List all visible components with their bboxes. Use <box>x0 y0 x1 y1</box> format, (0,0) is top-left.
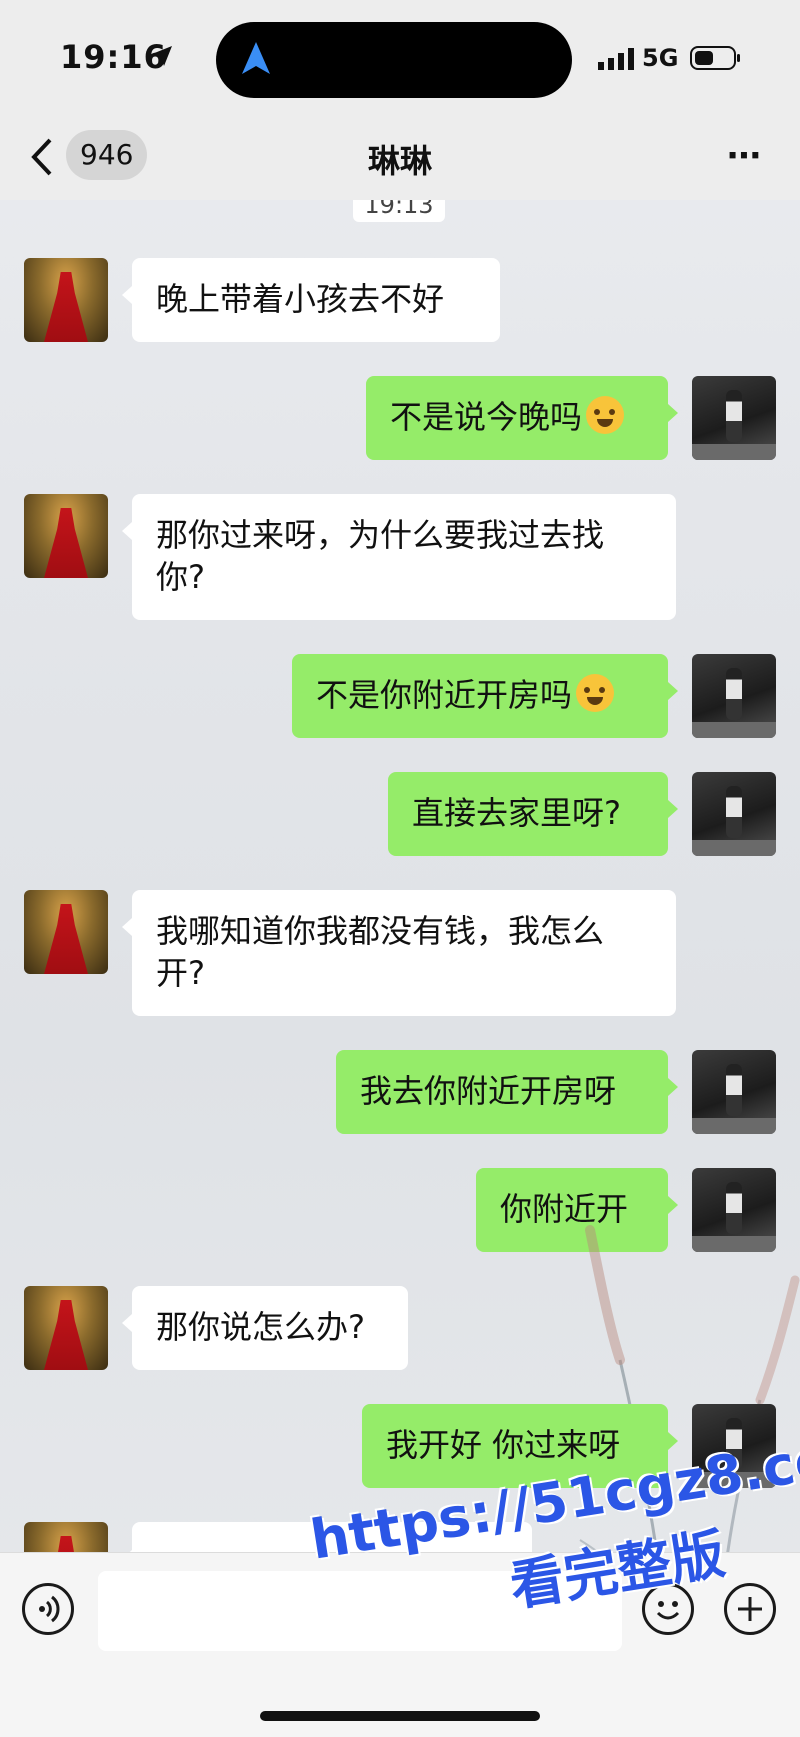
my-avatar[interactable] <box>692 654 776 738</box>
my-avatar[interactable] <box>692 772 776 856</box>
contact-avatar[interactable] <box>24 1286 108 1370</box>
message-text: 直接去家里呀? <box>412 794 621 832</box>
more-options-icon[interactable]: ⋯ <box>727 136 764 176</box>
message-text: 晚上带着小孩去不好 <box>156 280 445 318</box>
network-type: 5G <box>642 44 679 72</box>
laughing-tears-emoji-icon <box>576 674 615 712</box>
location-arrow-icon <box>152 46 172 66</box>
incoming-message[interactable]: 晚上带着小孩去不好 <box>122 258 500 342</box>
message-text: 那你说怎么办? <box>156 1308 365 1346</box>
contact-avatar[interactable] <box>24 258 108 342</box>
incoming-message[interactable]: 我哪知道你我都没有钱，我怎么开? <box>122 890 676 1016</box>
home-indicator <box>260 1711 540 1721</box>
navigation-arrow-icon <box>242 42 270 74</box>
crying-face-emoji-icon <box>586 396 625 434</box>
message-timestamp: 19:13 <box>353 200 445 222</box>
incoming-message[interactable]: 那你过来呀，为什么要我过去找你? <box>122 494 676 620</box>
outgoing-message[interactable]: 直接去家里呀? <box>388 772 678 856</box>
chat-title: 琳琳 <box>367 142 432 180</box>
incoming-message[interactable]: 那你说怎么办? <box>122 1286 408 1370</box>
message-list[interactable]: 19:13 晚上带着小孩去不好 不是说今晚吗 那你过来呀，为什么要我过去找你? … <box>0 200 800 1552</box>
my-avatar[interactable] <box>692 1050 776 1134</box>
outgoing-message[interactable]: 不是你附近开房吗 <box>292 654 678 738</box>
contact-avatar[interactable] <box>24 1522 108 1552</box>
outgoing-message[interactable]: 不是说今晚吗 <box>366 376 678 460</box>
message-text: 不是说今晚吗 <box>390 398 583 436</box>
battery-icon <box>690 46 740 70</box>
voice-input-icon[interactable] <box>22 1583 74 1635</box>
status-bar: 19:16 5G <box>0 0 800 118</box>
contact-avatar[interactable] <box>24 494 108 578</box>
chat-header: 946 琳琳 ⋯ <box>0 118 800 200</box>
message-text: 那你过来呀，为什么要我过去找你? <box>156 516 605 596</box>
message-text: 不是你附近开房吗 <box>316 676 573 714</box>
outgoing-message[interactable]: 我去你附近开房呀 <box>336 1050 678 1134</box>
signal-icon <box>598 48 634 70</box>
contact-avatar[interactable] <box>24 890 108 974</box>
my-avatar[interactable] <box>692 376 776 460</box>
message-text: 我哪知道你我都没有钱，我怎么开? <box>156 912 605 992</box>
message-text: 我去你附近开房呀 <box>360 1072 617 1110</box>
